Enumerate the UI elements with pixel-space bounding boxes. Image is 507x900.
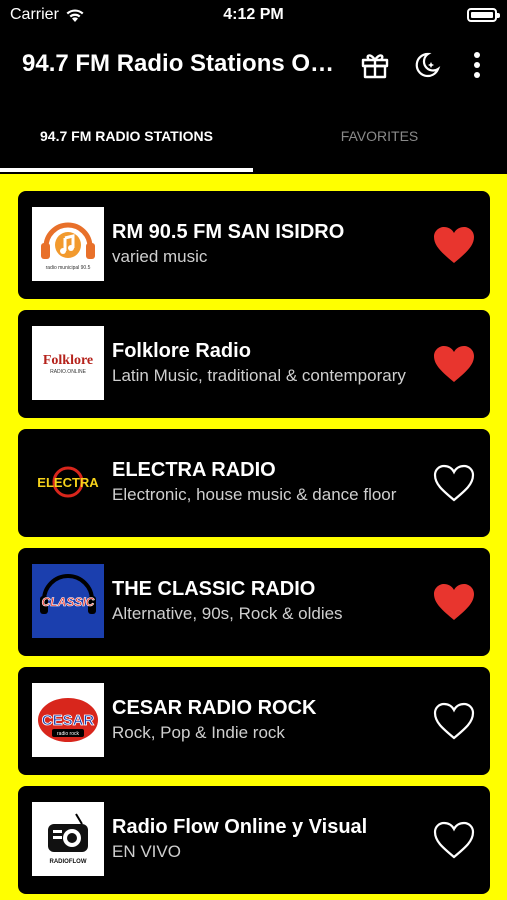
station-description: Rock, Pop & Indie rock [112,723,285,742]
more-vert-icon [474,52,480,78]
gift-icon [361,54,389,79]
station-card[interactable]: CLASSIC THE CLASSIC RADIO Alternative, 9… [18,548,490,656]
logo-text: radio municipal 90.5 [46,265,91,271]
app-bar: 94.7 FM Radio Stations Online [0,32,507,98]
app-title: 94.7 FM Radio Stations Online [22,50,342,77]
station-logo: RADIOFLOW [32,802,104,876]
logo-text: Folklore [43,353,93,368]
heart-filled-icon[interactable] [432,344,476,384]
station-card[interactable]: RADIOFLOW Radio Flow Online y Visual EN … [18,786,490,894]
station-card[interactable]: radio municipal 90.5 RM 90.5 FM SAN ISID… [18,191,490,299]
station-description: varied music [112,247,208,266]
station-card[interactable]: CESAR radio rock CESAR RADIO ROCK Rock, … [18,667,490,775]
clock: 4:12 PM [223,6,284,23]
tab-favorites[interactable]: FAVORITES [253,98,506,174]
station-description: Electronic, house music & dance floor [112,485,397,504]
station-logo: CLASSIC [32,564,104,638]
logo-text: CESAR [42,712,95,729]
station-name: RM 90.5 FM SAN ISIDRO [112,221,345,243]
logo-text: RADIOFLOW [50,859,87,865]
moon-stars-icon [415,52,441,78]
station-name: THE CLASSIC RADIO [112,578,316,600]
heart-outline-icon[interactable] [432,463,476,503]
battery-icon [467,8,500,22]
gift-button[interactable] [358,48,392,82]
station-logo: ELECTRA [32,445,104,519]
svg-text:RADIO.ONLINE: RADIO.ONLINE [50,369,87,375]
station-list[interactable]: radio municipal 90.5 RM 90.5 FM SAN ISID… [0,174,507,900]
logo-text: CLASSIC [42,595,95,609]
more-options-button[interactable] [460,48,494,82]
heart-filled-icon[interactable] [432,225,476,265]
heart-outline-icon[interactable] [432,701,476,741]
station-logo: Folklore RADIO.ONLINE [32,326,104,400]
svg-text:radio rock: radio rock [57,731,79,737]
tab-indicator [0,168,253,172]
status-bar: Carrier 4:12 PM [0,0,507,32]
tab-bar: 94.7 FM RADIO STATIONS FAVORITES [0,98,507,174]
heart-filled-icon[interactable] [432,582,476,622]
tab-radio-stations[interactable]: 94.7 FM RADIO STATIONS [0,98,253,174]
night-mode-button[interactable] [409,48,443,82]
station-description: Latin Music, traditional & contemporary [112,366,406,385]
station-description: Alternative, 90s, Rock & oldies [112,604,343,623]
station-logo: CESAR radio rock [32,683,104,757]
station-card[interactable]: Folklore RADIO.ONLINE Folklore Radio Lat… [18,310,490,418]
station-name: ELECTRA RADIO [112,459,276,481]
station-name: CESAR RADIO ROCK [112,697,317,719]
logo-text: ELECTRA [37,475,99,490]
station-name: Radio Flow Online y Visual [112,816,368,838]
station-description: EN VIVO [112,842,181,861]
heart-outline-icon[interactable] [432,820,476,860]
station-name: Folklore Radio [112,340,251,362]
station-logo: radio municipal 90.5 [32,207,104,281]
station-card[interactable]: ELECTRA ELECTRA RADIO Electronic, house … [18,429,490,537]
